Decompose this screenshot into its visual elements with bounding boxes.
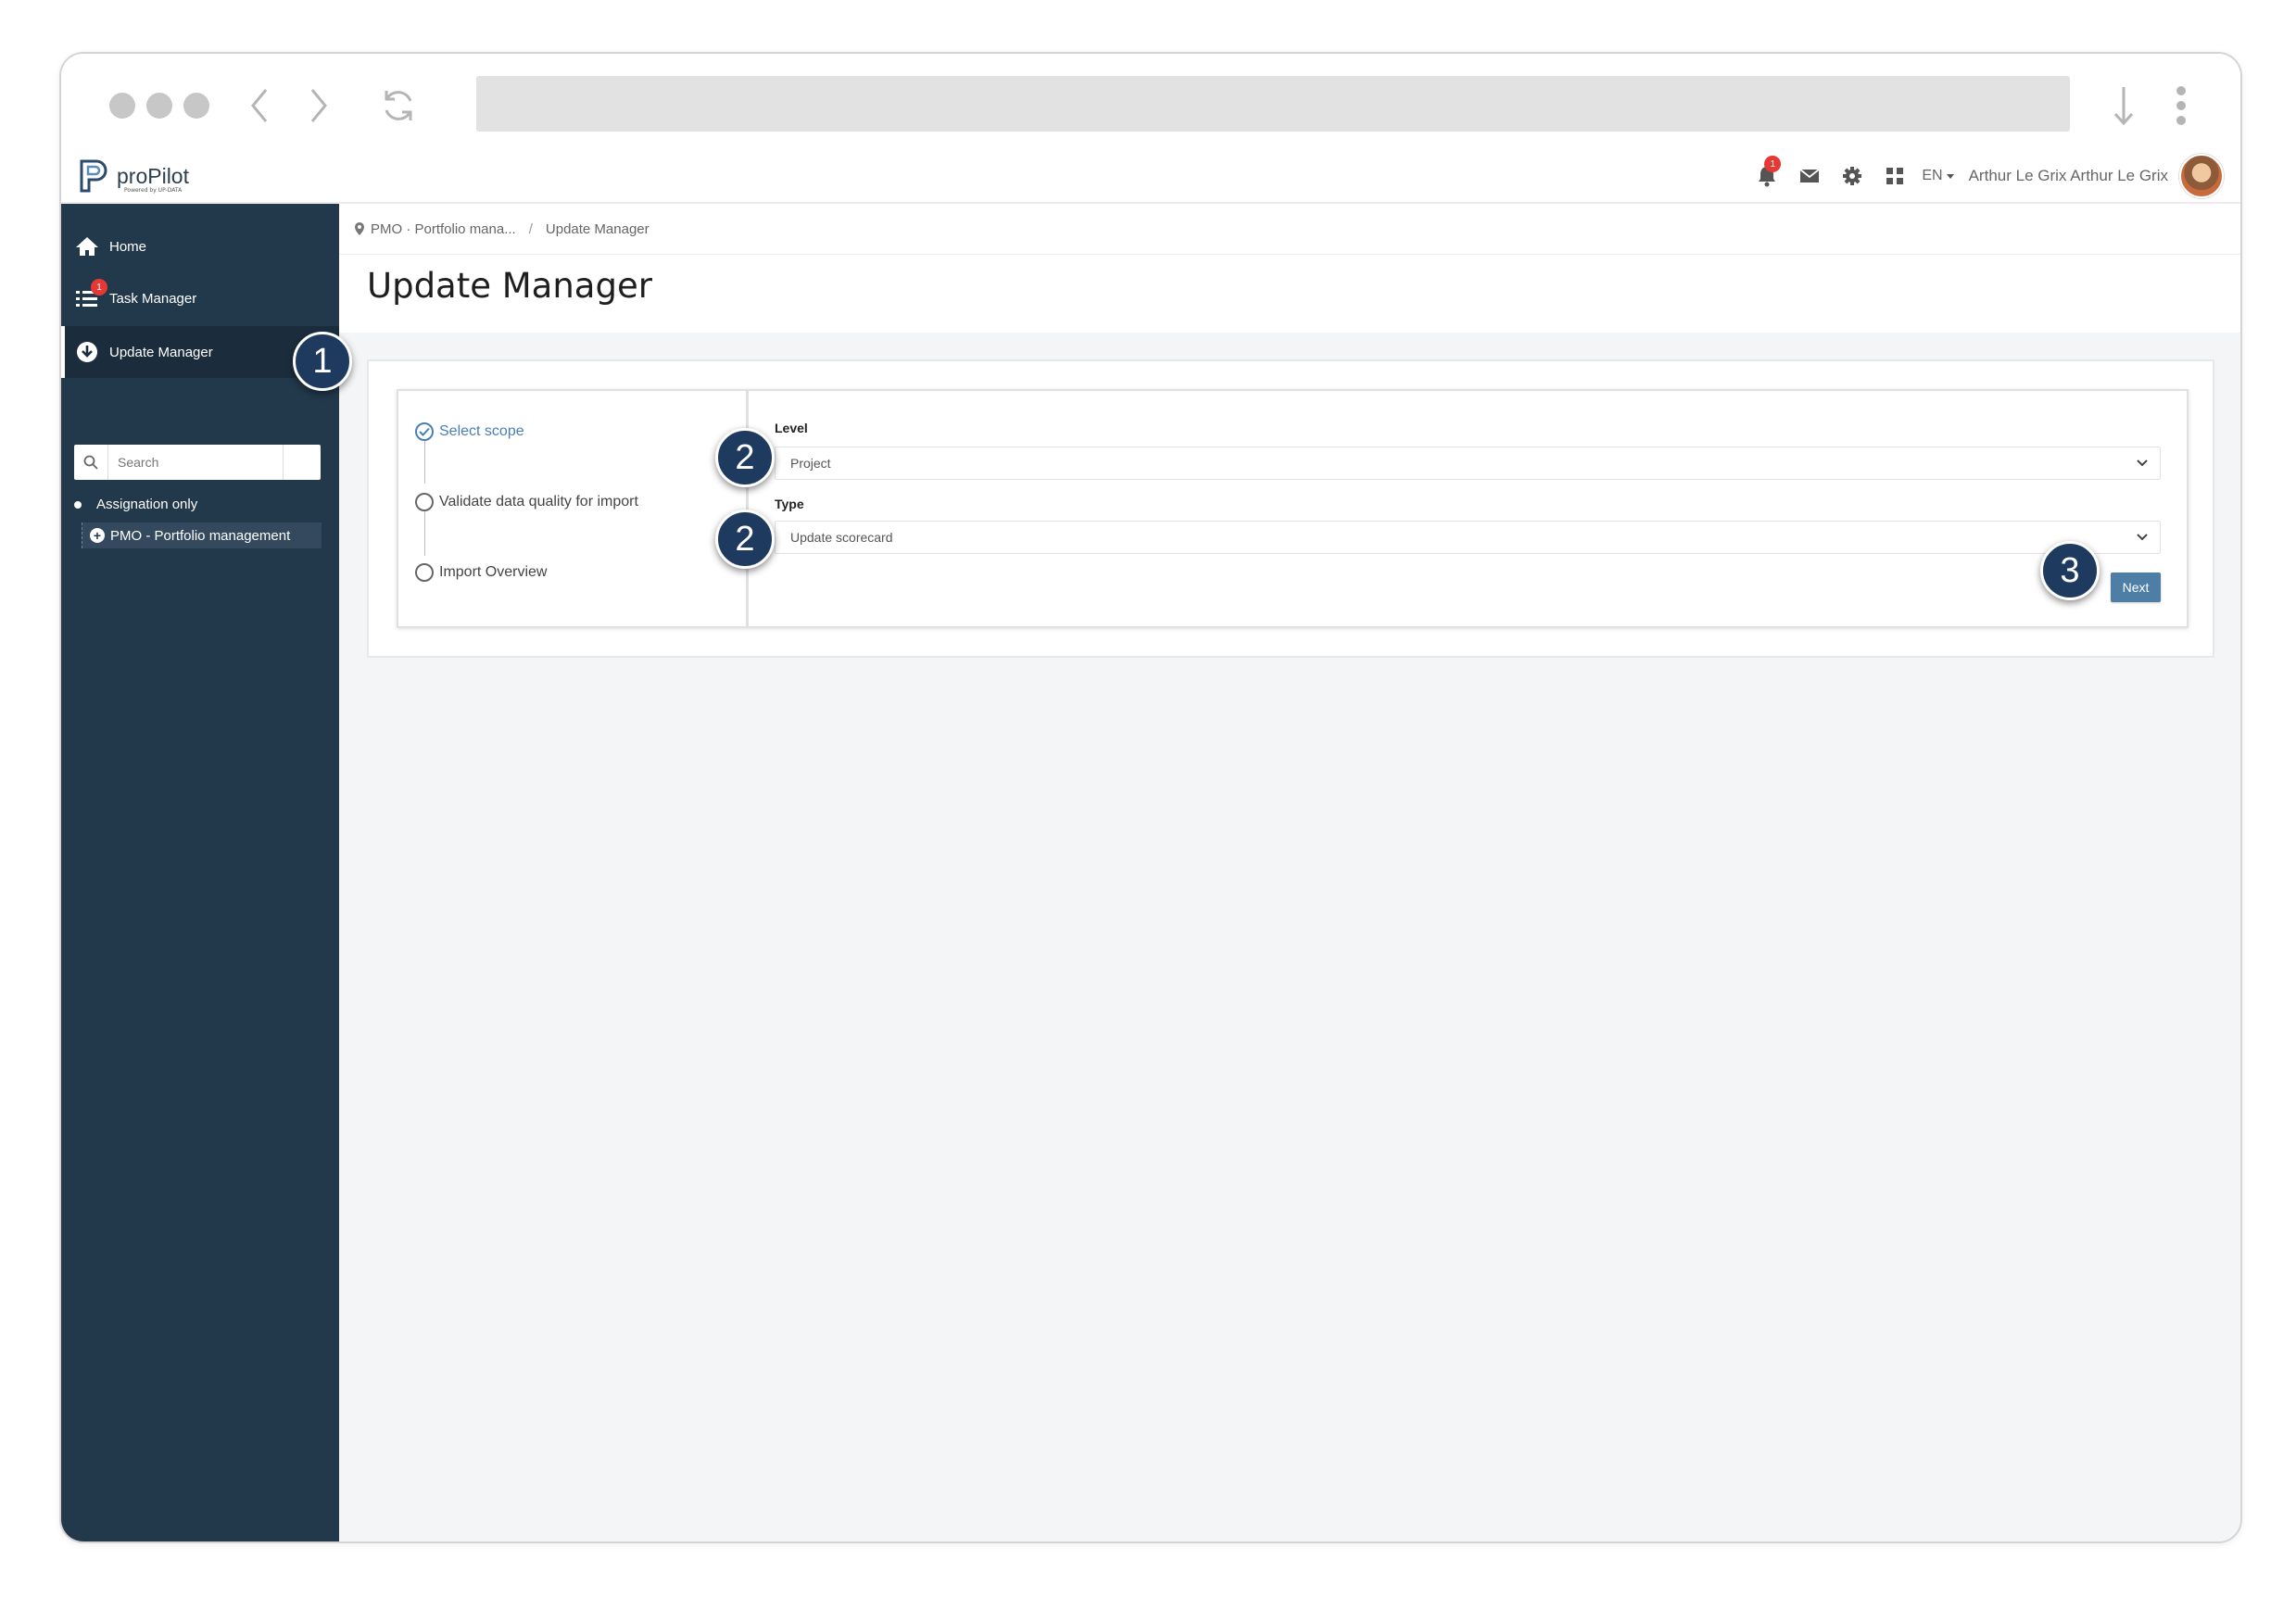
level-label: Level <box>775 421 808 435</box>
main-content: PMO · Portfolio mana... / Update Manager… <box>339 204 2240 1541</box>
step-label: Validate data quality for import <box>439 494 638 510</box>
sidebar-item-label: Update Manager <box>109 344 213 360</box>
logo-subtext: Powered by UP-DATA <box>124 187 183 194</box>
sidebar-item-home[interactable]: Home <box>61 220 339 272</box>
breadcrumb-item-pmo[interactable]: PMO · Portfolio mana... <box>371 221 516 237</box>
gear-icon <box>1843 167 1862 185</box>
logo-text: proPilot <box>117 163 189 188</box>
task-list-icon: 1 <box>74 279 107 308</box>
caret-down-icon <box>1946 173 1954 179</box>
window-dot-minimize[interactable] <box>146 93 172 119</box>
breadcrumb: PMO · Portfolio mana... / Update Manager <box>339 204 2240 255</box>
wizard-card: Select scope Validate data quality for i… <box>367 359 2214 658</box>
scope-form: Level Project Type Update scorecard Next <box>749 391 2187 626</box>
tree-bullet-icon <box>74 500 82 509</box>
browser-chrome <box>61 54 2240 152</box>
map-pin-icon <box>354 221 365 236</box>
check-circle-icon <box>415 422 434 441</box>
download-circle-icon <box>74 341 100 363</box>
step-marker-3: 3 <box>2040 541 2100 600</box>
home-icon <box>74 236 100 257</box>
level-value: Project <box>790 456 831 471</box>
step-marker-2-level: 2 <box>715 428 775 487</box>
apps-button[interactable] <box>1873 150 1916 202</box>
chevron-down-icon <box>2137 534 2148 541</box>
step-connector <box>424 504 425 556</box>
tree-root-assignation-only[interactable]: Assignation only <box>74 497 197 512</box>
page-header: Update Manager <box>339 255 2240 333</box>
grid-icon <box>1886 168 1904 184</box>
tree-root-label: Assignation only <box>96 497 198 512</box>
sidebar-item-task-manager[interactable]: 1 Task Manager <box>61 272 339 324</box>
propilot-logo-icon <box>80 159 107 193</box>
search-icon <box>74 445 108 480</box>
step-validate-data[interactable]: Validate data quality for import <box>415 493 638 511</box>
notifications-button[interactable]: 1 <box>1746 150 1788 202</box>
window-dot-maximize[interactable] <box>183 93 209 119</box>
next-button[interactable]: Next <box>2111 573 2161 602</box>
type-select[interactable]: Update scorecard <box>775 521 2161 554</box>
chevron-down-icon <box>2137 459 2148 467</box>
step-import-overview[interactable]: Import Overview <box>415 563 547 582</box>
sidebar: Home 1 Task Manager Update Manager Assig… <box>61 204 339 1541</box>
forward-arrow-icon[interactable] <box>296 82 341 130</box>
sidebar-search[interactable] <box>74 445 321 480</box>
language-label: EN <box>1922 168 1943 183</box>
step-marker-1: 1 <box>293 332 352 391</box>
url-bar[interactable] <box>476 76 2070 132</box>
header-actions: 1 EN Arthur Le Grix Arthur Le Grix <box>1746 150 2224 202</box>
tree-node-label: PMO - Portfolio management <box>110 527 291 544</box>
messages-button[interactable] <box>1788 150 1831 202</box>
window-dot-close[interactable] <box>109 93 135 119</box>
task-badge: 1 <box>91 279 107 296</box>
app-header: proPilot Powered by UP-DATA 1 EN Arthur … <box>61 150 2240 204</box>
empty-circle-icon <box>415 493 434 511</box>
wizard-panel: Select scope Validate data quality for i… <box>397 389 2189 628</box>
step-select-scope[interactable]: Select scope <box>415 422 524 441</box>
type-label: Type <box>775 497 804 511</box>
settings-button[interactable] <box>1831 150 1873 202</box>
app-logo[interactable]: proPilot Powered by UP-DATA <box>78 157 189 195</box>
language-selector[interactable]: EN <box>1922 168 1954 184</box>
user-avatar[interactable] <box>2179 154 2224 198</box>
breadcrumb-item-update-manager: Update Manager <box>545 220 650 237</box>
kebab-menu-icon[interactable] <box>2159 82 2203 130</box>
sidebar-item-label: Home <box>109 238 147 255</box>
browser-window: proPilot Powered by UP-DATA 1 EN Arthur … <box>59 52 2242 1543</box>
empty-circle-icon <box>415 563 434 582</box>
notification-badge: 1 <box>1764 156 1782 172</box>
step-connector <box>424 434 425 484</box>
reload-icon[interactable] <box>376 82 421 130</box>
user-name[interactable]: Arthur Le Grix Arthur Le Grix <box>1969 167 2168 185</box>
tree-node-pmo-portfolio[interactable]: + PMO - Portfolio management <box>82 522 322 548</box>
page-title: Update Manager <box>367 266 652 306</box>
download-arrow-icon[interactable] <box>2101 82 2146 130</box>
step-label: Import Overview <box>439 564 548 580</box>
level-select[interactable]: Project <box>775 447 2161 480</box>
back-arrow-icon[interactable] <box>237 82 282 130</box>
wizard-steps: Select scope Validate data quality for i… <box>398 391 749 626</box>
breadcrumb-separator: / <box>528 220 533 237</box>
envelope-icon <box>1799 169 1820 182</box>
sidebar-item-label: Task Manager <box>109 290 197 307</box>
search-input[interactable] <box>116 454 286 471</box>
step-marker-2-type: 2 <box>715 510 775 569</box>
type-value: Update scorecard <box>790 530 893 545</box>
expand-plus-icon[interactable]: + <box>90 528 105 543</box>
step-label: Select scope <box>439 423 524 439</box>
search-divider <box>283 445 284 480</box>
